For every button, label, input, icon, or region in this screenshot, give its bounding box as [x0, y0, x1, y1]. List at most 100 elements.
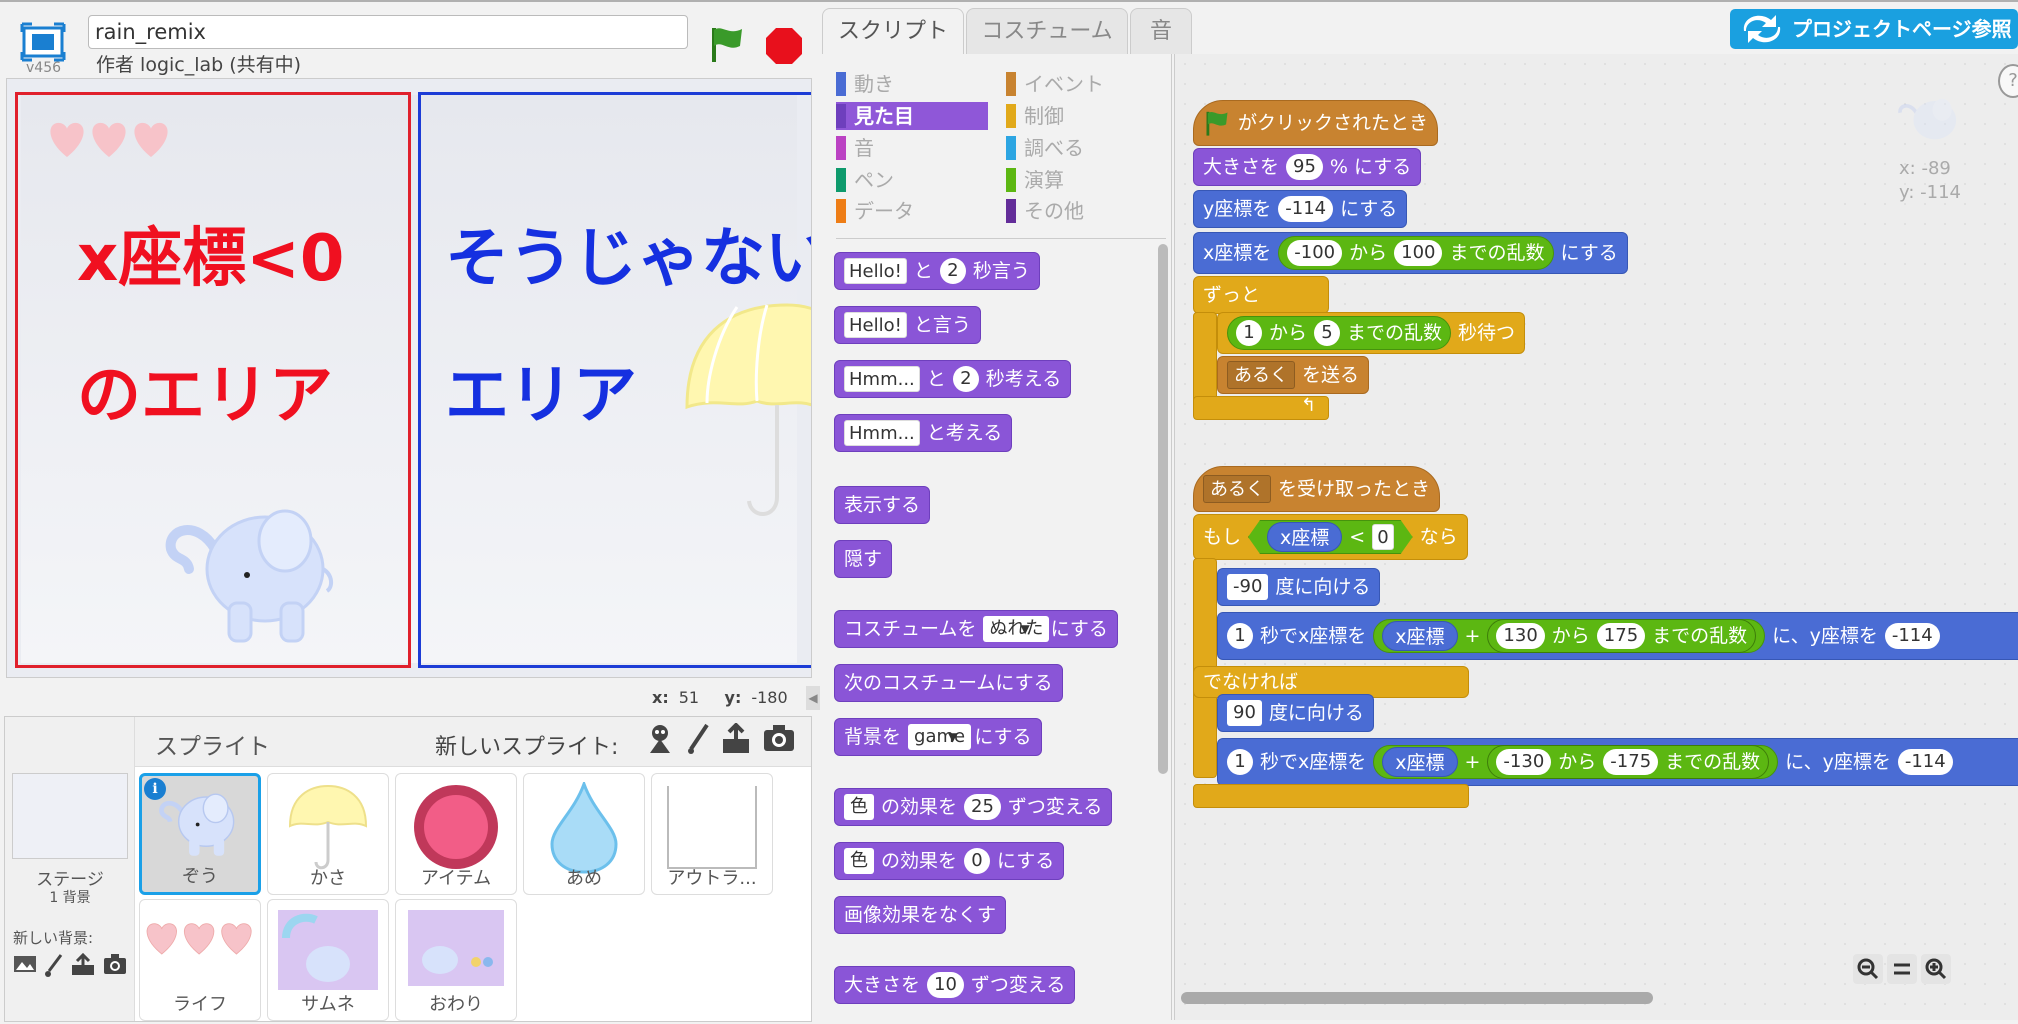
palette-scrollbar[interactable] — [1158, 244, 1168, 774]
version-label: v456 — [26, 60, 62, 76]
block-hide[interactable]: 隠す — [834, 540, 893, 578]
x-position-reporter[interactable]: x座標 — [1267, 522, 1342, 552]
block-when-flag-clicked[interactable]: がクリックされたとき — [1193, 100, 1439, 146]
category-pen[interactable]: ペン — [836, 166, 894, 194]
zoom-reset-icon[interactable] — [1887, 954, 1917, 984]
category-sound[interactable]: 音 — [836, 134, 874, 162]
sprite-tile-elephant[interactable]: i ぞう — [139, 773, 261, 895]
block-say[interactable]: Hello! と言う — [834, 306, 981, 344]
umbrella-thumbnail — [288, 784, 368, 870]
block-set-x[interactable]: x座標を -100 から 100 までの乱数 にする — [1193, 232, 1628, 274]
sprite-x-readout: x: -89 — [1899, 158, 1951, 179]
category-events[interactable]: イベント — [1006, 70, 1104, 98]
mouse-x-label: x: — [652, 688, 669, 707]
block-show[interactable]: 表示する — [834, 486, 931, 524]
add-operator[interactable]: x座標 + 130 から 175 までの乱数 — [1373, 619, 1766, 653]
sprite-label: あめ — [566, 868, 602, 889]
see-project-page-button[interactable]: プロジェクトページ参照 — [1730, 9, 2018, 49]
block-set-size[interactable]: 大きさを 95% にする — [1193, 148, 1422, 186]
sprite-label: かさ — [310, 868, 346, 889]
category-data[interactable]: データ — [836, 197, 914, 225]
category-more[interactable]: その他 — [1006, 197, 1084, 225]
block-think-for-secs[interactable]: Hmm... と 2 秒考える — [834, 360, 1072, 398]
stop-icon[interactable] — [764, 26, 804, 66]
pick-random-operator[interactable]: -130 から -175 までの乱数 — [1487, 745, 1770, 779]
block-say-for-secs[interactable]: Hello! と 2 秒言う — [834, 252, 1040, 290]
raindrop-thumbnail — [550, 782, 618, 874]
if-else-bottom — [1193, 784, 1469, 808]
stage-selector: ステージ 1 背景 新しい背景: — [5, 717, 135, 1021]
block-next-costume[interactable]: 次のコスチュームにする — [834, 664, 1063, 702]
camera-icon[interactable] — [103, 953, 127, 975]
block-point-direction-2[interactable]: 90 度に向ける — [1217, 694, 1374, 732]
tab-scripts[interactable]: スクリプト — [822, 8, 964, 54]
block-wait[interactable]: 1 から 5 までの乱数 秒待つ — [1217, 312, 1526, 354]
tab-costumes[interactable]: コスチューム — [966, 8, 1128, 54]
umbrella-sprite[interactable] — [677, 297, 812, 527]
block-change-effect[interactable]: 色の効果を 25 ずつ変える — [834, 788, 1113, 826]
block-glide-1[interactable]: 1 秒でx座標を x座標 + 130 から 175 までの乱数 に、y座標を -114 — [1217, 612, 2018, 660]
sprite-tile-item[interactable]: アイテム — [395, 773, 517, 895]
new-sprite-tools — [645, 723, 795, 755]
block-set-y[interactable]: y座標を -114 にする — [1193, 190, 1408, 228]
pick-random-operator[interactable]: 130 から 175 までの乱数 — [1487, 619, 1757, 653]
author-label: 作者 logic_lab (共有中) — [96, 54, 302, 76]
sprite-library-icon[interactable] — [645, 723, 675, 755]
stage[interactable]: x座標<0 のエリア そうじゃない エリア — [6, 78, 812, 678]
collapse-stage-arrow-icon[interactable]: ◀ — [806, 686, 820, 710]
x-position-reporter[interactable]: x座標 — [1382, 621, 1458, 651]
tab-sounds[interactable]: 音 — [1130, 8, 1192, 54]
backdrop-library-icon[interactable] — [13, 953, 37, 975]
block-change-size[interactable]: 大きさを 10 ずつ変える — [834, 966, 1076, 1004]
zoom-in-icon[interactable] — [1921, 954, 1951, 984]
sprite-tile-rain[interactable]: あめ — [523, 773, 645, 895]
stage-thumbnail[interactable] — [12, 773, 128, 859]
sprite-tile-life[interactable]: ライフ — [139, 899, 261, 1021]
paint-sprite-icon[interactable] — [687, 723, 709, 755]
script-area-horizontal-scrollbar[interactable] — [1181, 992, 1653, 1004]
upload-icon[interactable] — [71, 953, 95, 977]
pick-random-operator[interactable]: -100 から 100 までの乱数 — [1278, 236, 1554, 270]
pick-random-operator[interactable]: 1 から 5 までの乱数 — [1227, 316, 1452, 350]
refresh-arrows-icon — [1743, 15, 1781, 43]
life-hearts-sprite[interactable] — [47, 117, 173, 161]
category-sensing[interactable]: 調べる — [1006, 134, 1084, 162]
left-area-text-1: x座標<0 — [77, 222, 345, 296]
sprite-tile-ending[interactable]: おわり — [395, 899, 517, 1021]
block-forever[interactable]: ずっと — [1193, 276, 1329, 314]
zoom-out-icon[interactable] — [1853, 954, 1883, 984]
green-flag-icon[interactable] — [708, 24, 746, 64]
sprite-tile-outline[interactable]: アウトラ... — [651, 773, 773, 895]
block-if-else[interactable]: もし x座標 <0 なら — [1193, 514, 1468, 560]
block-clear-effects[interactable]: 画像効果をなくす — [834, 896, 1007, 934]
new-sprite-label: 新しいスプライト: — [435, 735, 619, 760]
category-operators[interactable]: 演算 — [1006, 166, 1064, 194]
project-title-input[interactable] — [88, 15, 688, 49]
fullscreen-icon[interactable] — [20, 22, 66, 62]
block-broadcast[interactable]: あるく を送る — [1217, 356, 1370, 394]
block-set-effect[interactable]: 色の効果を 0 にする — [834, 842, 1065, 880]
x-position-reporter[interactable]: x座標 — [1382, 747, 1458, 777]
sprite-label: アウトラ... — [667, 868, 757, 889]
block-think[interactable]: Hmm... と考える — [834, 414, 1013, 452]
elephant-sprite[interactable] — [157, 499, 347, 649]
sprite-tile-thumbnail[interactable]: サムネ — [267, 899, 389, 1021]
block-glide-2[interactable]: 1 秒でx座標を x座標 + -130 から -175 までの乱数 に、y座標を -114 — [1217, 738, 2018, 786]
block-switch-costume[interactable]: コスチュームを ぬれた ▼ にする — [834, 610, 1118, 648]
add-operator[interactable]: x座標 + -130 から -175 までの乱数 — [1373, 745, 1779, 779]
category-control[interactable]: 制御 — [1006, 102, 1064, 130]
sprite-tile-umbrella[interactable]: かさ — [267, 773, 389, 895]
upload-sprite-icon[interactable] — [721, 723, 751, 755]
paint-brush-icon[interactable] — [45, 953, 63, 977]
script-area[interactable]: x: -89 y: -114 がクリックされたとき 大きさを 95% にする y座… — [1174, 54, 2018, 1020]
block-when-receive[interactable]: あるく を受け取ったとき — [1193, 466, 1441, 512]
block-switch-backdrop[interactable]: 背景を game ▼ にする — [834, 718, 1042, 756]
camera-sprite-icon[interactable] — [763, 723, 795, 753]
mouse-y-value: -180 — [751, 688, 788, 707]
category-looks[interactable]: 見た目 — [836, 102, 988, 130]
block-point-direction-1[interactable]: -90 度に向ける — [1217, 568, 1381, 606]
right-area-text-2: エリア — [445, 359, 637, 433]
category-motion[interactable]: 動き — [836, 70, 894, 98]
ending-sprite-image — [408, 910, 504, 986]
less-than-operator[interactable]: x座標 <0 — [1248, 520, 1413, 554]
